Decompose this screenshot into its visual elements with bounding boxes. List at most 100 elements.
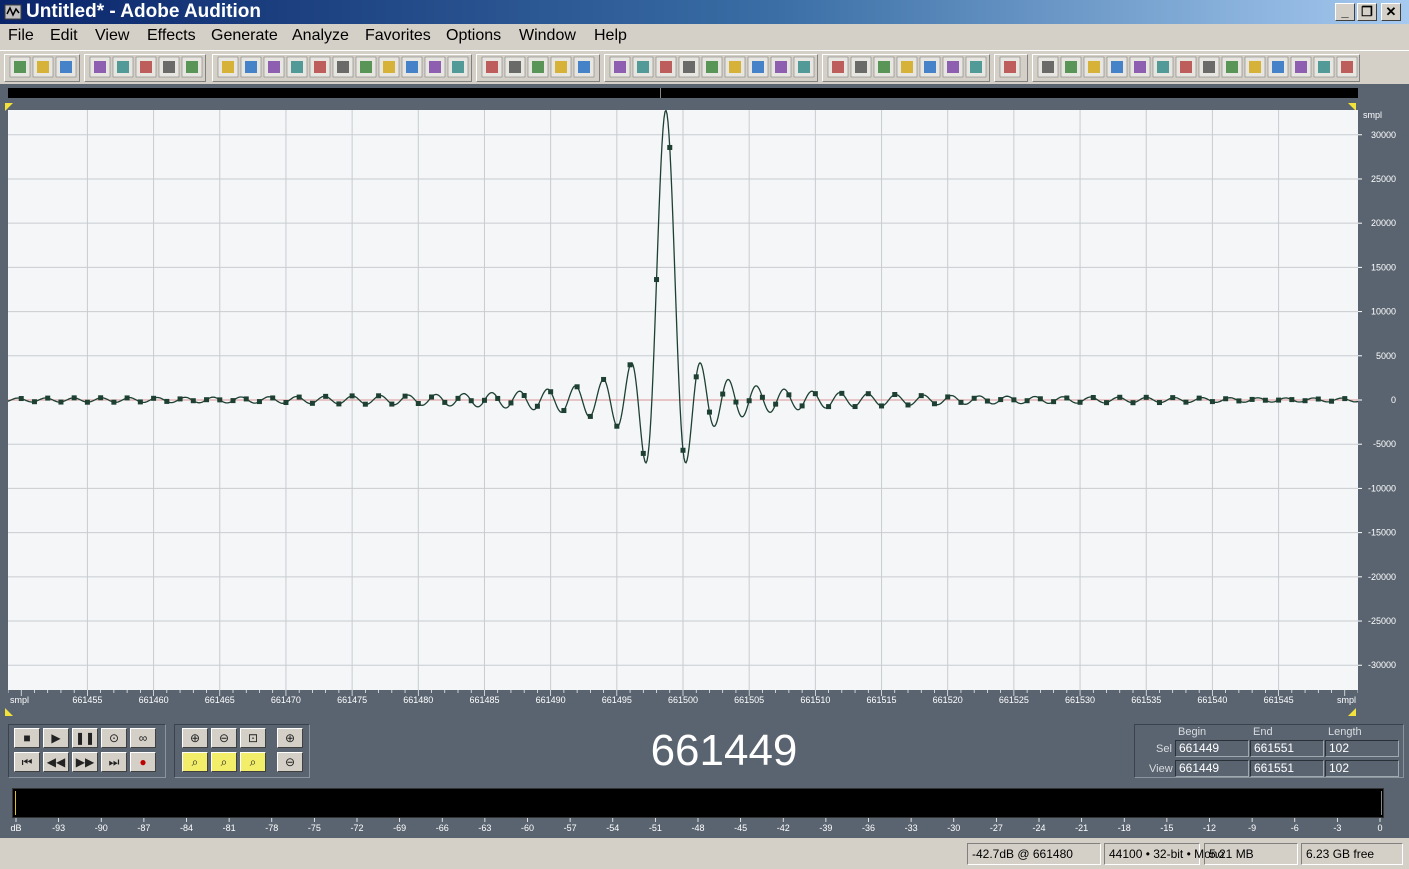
view-label: View <box>1149 763 1173 775</box>
play-button[interactable]: ▶ <box>43 728 69 748</box>
toolbar-button-icon <box>240 56 262 78</box>
sample-point <box>45 395 51 401</box>
time-tick-label: 661525 <box>999 695 1029 705</box>
sample-point <box>1064 395 1070 401</box>
close-button[interactable]: ✕ <box>1381 3 1401 21</box>
sample-point <box>561 408 567 414</box>
menu-window[interactable]: Window <box>519 27 576 45</box>
toolbar-button-icon <box>1290 56 1312 78</box>
toolbar-button-icon <box>550 56 572 78</box>
sample-point <box>84 399 90 405</box>
sample-point <box>442 399 448 405</box>
zoom-in-vertical-button[interactable]: ⊕ <box>277 728 303 748</box>
view-end-field[interactable]: 661551 <box>1250 760 1324 777</box>
level-tick-label: -33 <box>905 823 918 833</box>
toolbar-button-icon <box>1060 56 1082 78</box>
zoom-right-edge-button[interactable]: ⌕ <box>240 752 266 772</box>
minimize-button[interactable]: _ <box>1335 3 1355 21</box>
time-ruler[interactable]: smpl smpl 661455 661460 661465 661470 661475 66… <box>8 690 1358 708</box>
toolbar-button-icon <box>701 56 723 78</box>
zoom-full-button[interactable]: ⊡ <box>240 728 266 748</box>
sample-point <box>336 401 342 407</box>
pause-button[interactable]: ❚❚ <box>72 728 98 748</box>
sample-point <box>720 391 726 397</box>
amplitude-tick-label: 10000 <box>1371 307 1396 317</box>
rewind-button[interactable]: ◀◀ <box>43 752 69 772</box>
menu-favorites[interactable]: Favorites <box>365 27 431 45</box>
toolbar-button-icon <box>504 56 526 78</box>
menu-effects[interactable]: Effects <box>147 27 196 45</box>
level-tick-label: -75 <box>308 823 321 833</box>
sample-point <box>521 393 527 399</box>
menu-view[interactable]: View <box>95 27 129 45</box>
record-button[interactable]: ● <box>130 752 156 772</box>
sample-point <box>508 400 514 406</box>
sample-point <box>601 376 607 382</box>
menu-help[interactable]: Help <box>594 27 627 45</box>
sample-point <box>892 392 898 398</box>
amplitude-tick-label: -15000 <box>1368 528 1396 538</box>
sample-point <box>1183 399 1189 405</box>
zoom-out-vertical-button[interactable]: ⊖ <box>277 752 303 772</box>
sel-length-field[interactable]: 102 <box>1325 740 1399 757</box>
toolbar-button-icon <box>447 56 469 78</box>
sample-point <box>786 392 792 398</box>
view-begin-field[interactable]: 661449 <box>1175 760 1249 777</box>
toolbar-button-icon <box>309 56 331 78</box>
time-tick-label: 661475 <box>337 695 367 705</box>
sample-point <box>680 447 686 453</box>
end-header: End <box>1253 726 1273 738</box>
zoom-left-edge-button[interactable]: ⌕ <box>211 752 237 772</box>
menu-edit[interactable]: Edit <box>50 27 78 45</box>
loop-button[interactable]: ∞ <box>130 728 156 748</box>
sample-point <box>614 423 620 429</box>
menu-generate[interactable]: Generate <box>211 27 278 45</box>
sample-point <box>1262 397 1268 403</box>
time-tick-label: 661465 <box>205 695 235 705</box>
selection-marker-bottom-right-icon[interactable] <box>1348 708 1356 716</box>
view-length-field[interactable]: 102 <box>1325 760 1399 777</box>
sample-point <box>574 384 580 390</box>
menu-options[interactable]: Options <box>446 27 501 45</box>
sel-begin-field[interactable]: 661449 <box>1175 740 1249 757</box>
toolbar-button-icon <box>1198 56 1220 78</box>
waveform-display[interactable] <box>8 110 1358 690</box>
amplitude-tick-label: -5000 <box>1373 439 1396 449</box>
sample-point <box>151 395 157 401</box>
toolbar-button-icon <box>919 56 941 78</box>
sample-point <box>230 398 236 404</box>
sample-point <box>402 393 408 399</box>
menu-analyze[interactable]: Analyze <box>292 27 349 45</box>
stop-button[interactable]: ■ <box>14 728 40 748</box>
overview-bar[interactable] <box>8 88 1358 98</box>
zoom-out-horizontal-button[interactable]: ⊖ <box>211 728 237 748</box>
level-tick-label: -54 <box>606 823 619 833</box>
zoom-selection-button[interactable]: ⌕ <box>182 752 208 772</box>
zoom-in-horizontal-button[interactable]: ⊕ <box>182 728 208 748</box>
sample-point <box>1051 399 1057 405</box>
selection-marker-bottom-left-icon[interactable] <box>5 708 13 716</box>
toolbar-button-icon <box>135 56 157 78</box>
sample-point <box>773 401 779 407</box>
level-tick-label: -69 <box>393 823 406 833</box>
toolbar-button-icon <box>217 56 239 78</box>
level-tick-label: -60 <box>521 823 534 833</box>
level-tick-label: -72 <box>350 823 363 833</box>
go-to-end-button[interactable]: ⏭ <box>101 752 127 772</box>
play-to-end-button[interactable]: ⊙ <box>101 728 127 748</box>
fast-forward-button[interactable]: ▶▶ <box>72 752 98 772</box>
level-meter-scale: dB -93 -90 -87 -84 -81 -78 -75 -72 -69 -66 -63 -60 -5… <box>10 818 1383 833</box>
go-to-start-button[interactable]: ⏮ <box>14 752 40 772</box>
sample-point <box>759 394 765 400</box>
time-unit-label: smpl <box>10 695 29 705</box>
sel-end-field[interactable]: 661551 <box>1250 740 1324 757</box>
restore-button[interactable]: ❐ <box>1357 3 1377 21</box>
menu-file[interactable]: File <box>8 27 34 45</box>
amplitude-tick-label: -25000 <box>1368 616 1396 626</box>
toolbar-button-icon <box>1244 56 1266 78</box>
level-tick-label: -39 <box>819 823 832 833</box>
toolbar-button-icon <box>999 56 1021 78</box>
sample-point <box>1209 399 1215 405</box>
time-tick-label: 661505 <box>734 695 764 705</box>
level-tick-label: -15 <box>1160 823 1173 833</box>
